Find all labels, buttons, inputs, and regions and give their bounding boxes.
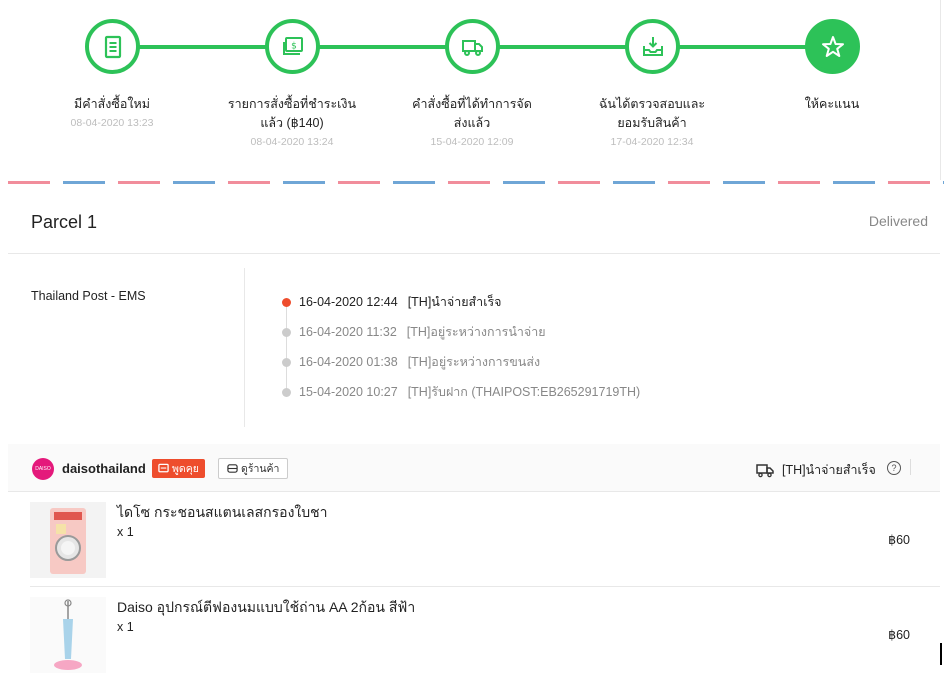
chat-button-label: พูดคุย	[172, 463, 199, 475]
product-quantity: x 1	[117, 525, 134, 539]
tracking-event: 15-04-2020 10:27 [TH]รับฝาก (THAIPOST:EB…	[282, 383, 640, 401]
delivery-status: [TH]นำจ่ายสำเร็จ	[756, 460, 876, 480]
truck-icon	[756, 464, 774, 478]
tracking-desc: [TH]รับฝาก (THAIPOST:EB265291719TH)	[407, 385, 641, 399]
step-date: 08-04-2020 13:24	[250, 136, 334, 148]
help-icon[interactable]: ?	[887, 461, 901, 475]
panel-border	[940, 0, 941, 180]
product-item[interactable]: Daiso อุปกรณ์ตีฟองนมแบบใช้ถ่าน AA 2ก้อน …	[30, 589, 940, 674]
product-price: ฿60	[888, 533, 910, 547]
product-quantity: x 1	[117, 620, 134, 634]
shop-name[interactable]: daisothailand	[62, 461, 146, 476]
tracking-desc: [TH]อยู่ระหว่างการขนส่ง	[407, 355, 541, 369]
svg-text:$: $	[291, 41, 297, 51]
tracking-dot	[282, 357, 291, 367]
help-icon-glyph: ?	[891, 463, 897, 473]
product-image-milk-frother	[30, 597, 106, 673]
delivery-status-text: [TH]นำจ่ายสำเร็จ	[782, 463, 876, 477]
receipt-icon	[85, 19, 140, 74]
step-date: 17-04-2020 12:34	[610, 136, 694, 148]
shop-avatar-text: DAISO	[35, 466, 51, 472]
step-title: คำสั่งซื้อที่ได้ทำการจัดส่งแล้ว 15-04-202…	[382, 95, 562, 151]
view-shop-label: ดูร้านค้า	[241, 463, 280, 475]
product-separator	[30, 586, 940, 587]
parcel-header: Parcel 1 Delivered	[8, 190, 940, 254]
chat-icon	[158, 463, 169, 473]
truck-icon	[445, 19, 500, 74]
product-name[interactable]: Daiso อุปกรณ์ตีฟองนมแบบใช้ถ่าน AA 2ก้อน …	[117, 597, 415, 619]
parcel-title: Parcel 1	[31, 212, 98, 232]
text-cursor	[940, 643, 942, 665]
inbox-download-icon	[625, 19, 680, 74]
parcel-status: Delivered	[868, 213, 928, 229]
step-title: มีคำสั่งซื้อใหม่ 08-04-2020 13:23	[22, 95, 202, 132]
product-price: ฿60	[888, 628, 910, 642]
airmail-divider	[8, 181, 944, 184]
tracking-time: 16-04-2020 01:38	[299, 355, 398, 369]
product-item[interactable]: ไดโซ กระชอนสแตนเลสกรองใบชา x 1 ฿60	[30, 494, 940, 589]
shop-avatar[interactable]: DAISO	[32, 458, 54, 480]
order-progress-stepper: มีคำสั่งซื้อใหม่ 08-04-2020 13:23 $ รายกา…	[0, 0, 944, 178]
step-title: รายการสั่งซื้อที่ชำระเงินแล้ว (฿140) 08-0…	[202, 95, 382, 151]
chat-button[interactable]: พูดคุย	[152, 459, 205, 478]
tracking-dot	[282, 327, 291, 337]
step-title: ฉันได้ตรวจสอบและยอมรับสินค้า 17-04-2020 1…	[562, 95, 742, 151]
tracking-event: 16-04-2020 12:44 [TH]นำจ่ายสำเร็จ	[282, 293, 502, 311]
tracking-time: 16-04-2020 11:32	[299, 325, 397, 339]
product-image-tea-strainer	[30, 502, 106, 578]
tracking-dot	[282, 387, 291, 397]
star-icon	[805, 19, 860, 74]
tracking-line	[286, 307, 287, 393]
shop-icon	[227, 464, 238, 473]
view-shop-button[interactable]: ดูร้านค้า	[218, 458, 289, 479]
tracking-event: 16-04-2020 01:38 [TH]อยู่ระหว่างการขนส่ง	[282, 353, 540, 371]
step-date: 15-04-2020 12:09	[430, 136, 514, 148]
divider	[910, 459, 911, 475]
product-name[interactable]: ไดโซ กระชอนสแตนเลสกรองใบชา	[117, 502, 328, 524]
shop-bar: DAISO daisothailand พูดคุย ดูร้านค้า [TH…	[8, 444, 940, 492]
tracking-event: 16-04-2020 11:32 [TH]อยู่ระหว่างการนำจ่า…	[282, 323, 546, 341]
money-icon: $	[265, 19, 320, 74]
tracking-time: 16-04-2020 12:44	[299, 295, 398, 309]
divider	[244, 268, 245, 427]
tracking-desc: [TH]อยู่ระหว่างการนำจ่าย	[406, 325, 546, 339]
step-title: ให้คะแนน	[804, 97, 860, 111]
carrier-name: Thailand Post - EMS	[31, 289, 146, 303]
tracking-dot-active	[282, 297, 291, 307]
tracking-desc: [TH]นำจ่ายสำเร็จ	[407, 295, 502, 309]
step-date: 08-04-2020 13:23	[70, 117, 154, 129]
tracking-time: 15-04-2020 10:27	[299, 385, 398, 399]
